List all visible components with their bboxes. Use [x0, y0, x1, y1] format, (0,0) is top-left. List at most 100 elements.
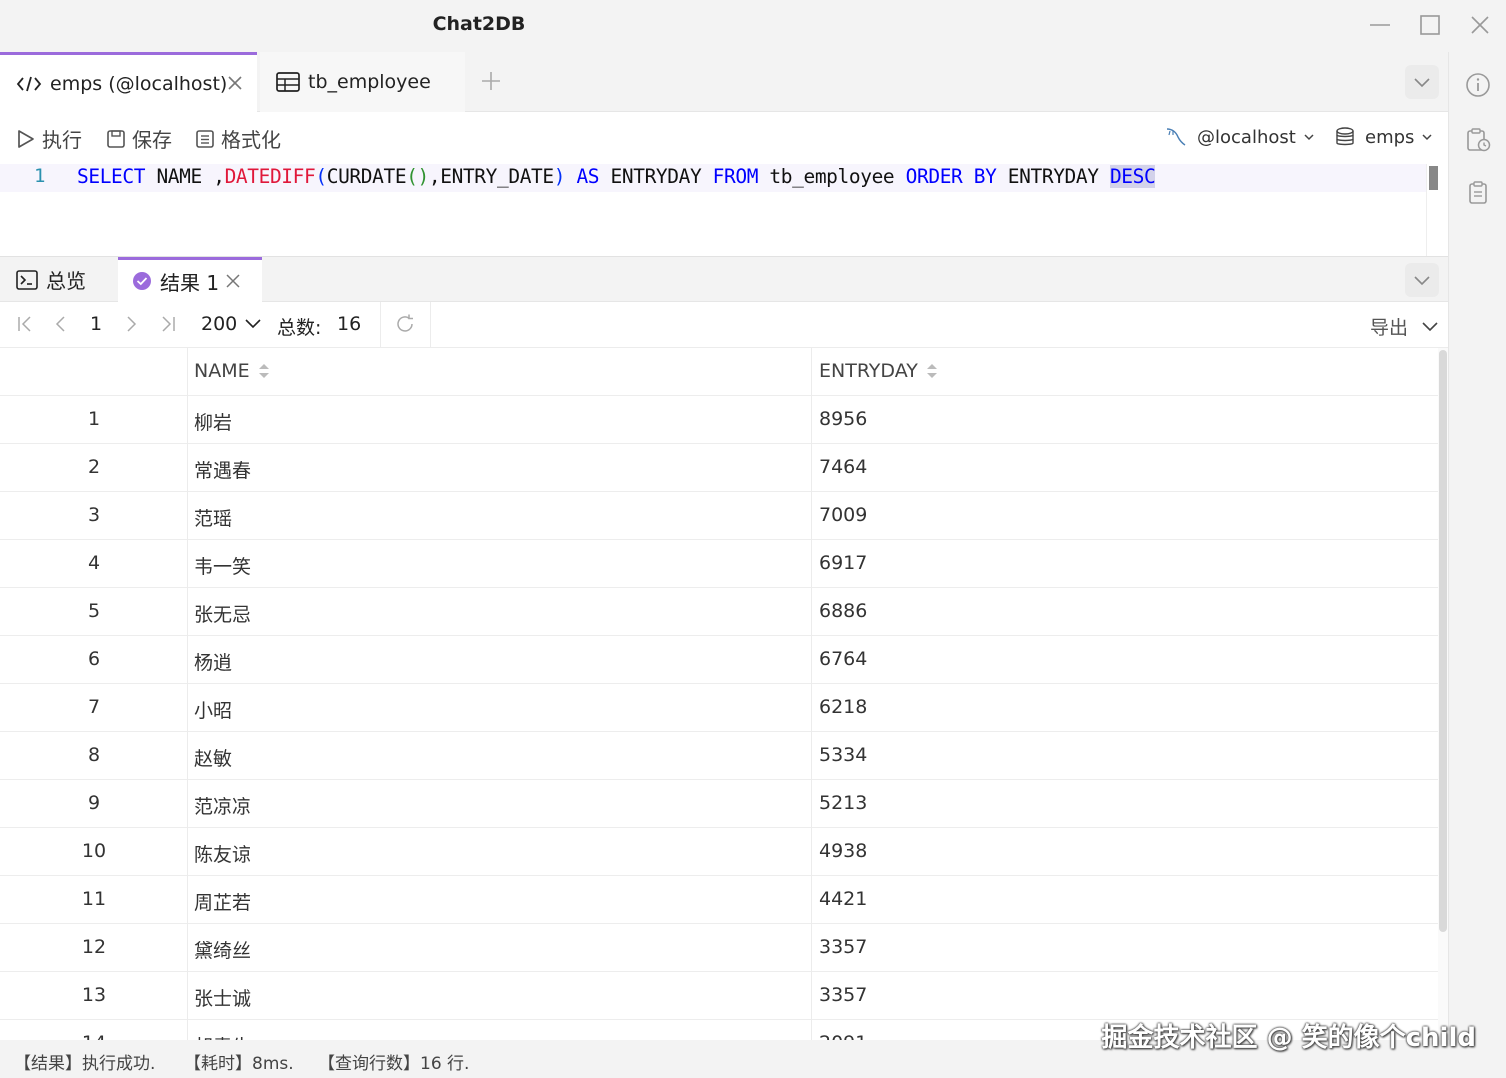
tab-label: tb_employee: [308, 71, 431, 93]
cell-name[interactable]: 常遇春: [194, 456, 251, 483]
row-index: 7: [87, 696, 101, 718]
cell-name[interactable]: 张士诚: [194, 984, 251, 1011]
cell-name[interactable]: 黛绮丝: [194, 936, 251, 963]
format-button[interactable]: 格式化: [195, 124, 281, 153]
row-index: 4: [87, 552, 101, 574]
table-scrollbar[interactable]: [1438, 348, 1448, 1040]
chevron-down-icon: [1304, 134, 1314, 141]
run-button[interactable]: 执行: [16, 124, 82, 153]
table-row[interactable]: 12 黛绮丝 3357: [0, 924, 1440, 972]
cell-entryday[interactable]: 8956: [819, 408, 867, 430]
export-button[interactable]: 导出: [1370, 313, 1440, 340]
cell-name[interactable]: 柳岩: [194, 408, 232, 435]
pagination-bar: 1 200 总数: 16 导出: [0, 302, 1448, 348]
info-icon[interactable]: [1465, 72, 1491, 98]
cell-name[interactable]: 杨逍: [194, 648, 232, 675]
table-row[interactable]: 4 韦一笑 6917: [0, 540, 1440, 588]
table-row[interactable]: 3 范瑶 7009: [0, 492, 1440, 540]
cell-name[interactable]: 范凉凉: [194, 792, 251, 819]
title-bar: Chat2DB: [0, 0, 1506, 52]
total-label: 总数:: [277, 317, 322, 339]
table-row[interactable]: 8 赵敏 5334: [0, 732, 1440, 780]
chevron-down-icon: [1422, 134, 1432, 141]
cell-name[interactable]: 张无忌: [194, 600, 251, 627]
cell-name[interactable]: 周芷若: [194, 888, 251, 915]
cell-name[interactable]: 韦一笑: [194, 552, 251, 579]
cell-entryday[interactable]: 3357: [819, 984, 867, 1006]
cell-name[interactable]: 赵敏: [194, 744, 232, 771]
cell-name[interactable]: 小昭: [194, 696, 232, 723]
sql-editor[interactable]: 1 SELECT NAME ,DATEDIFF(CURDATE(),ENTRY_…: [0, 164, 1440, 256]
code-line[interactable]: 1 SELECT NAME ,DATEDIFF(CURDATE(),ENTRY_…: [0, 164, 1426, 192]
refresh-icon[interactable]: [394, 313, 416, 335]
watermark: 掘金技术社区 @ 笑的像个child: [1101, 1023, 1476, 1053]
tab-tb-employee[interactable]: tb_employee: [260, 52, 465, 112]
chevron-down-icon: [245, 319, 261, 329]
clipboard-icon[interactable]: [1465, 180, 1491, 206]
page-size-select[interactable]: 200: [201, 313, 263, 335]
tabs-dropdown-button[interactable]: [1405, 65, 1439, 99]
cell-name[interactable]: 范瑶: [194, 504, 232, 531]
table-row[interactable]: 11 周芷若 4421: [0, 876, 1440, 924]
connection-select[interactable]: @localhost: [1165, 126, 1316, 148]
save-icon: [107, 129, 125, 148]
total-count: 16: [337, 313, 362, 335]
prev-page-icon[interactable]: [50, 313, 72, 335]
tab-console-emps[interactable]: emps (@localhost): [0, 52, 257, 112]
current-page: 1: [90, 313, 103, 335]
tab-label: emps (@localhost): [50, 72, 228, 95]
cell-name[interactable]: 胡青牛: [194, 1032, 251, 1040]
scrollbar-thumb[interactable]: [1439, 350, 1447, 932]
column-header-entryday[interactable]: ENTRYDAY: [819, 360, 938, 382]
chevron-down-icon: [1414, 276, 1430, 286]
row-index: 10: [81, 840, 107, 862]
table-header-row: NAME ENTRYDAY: [0, 348, 1440, 396]
minimize-icon[interactable]: [1365, 10, 1395, 40]
row-index: 14: [0, 1032, 188, 1040]
table-row[interactable]: 7 小昭 6218: [0, 684, 1440, 732]
sql-code[interactable]: SELECT NAME ,DATEDIFF(CURDATE(),ENTRY_DA…: [77, 165, 1156, 188]
cell-entryday[interactable]: 7464: [819, 456, 867, 478]
next-page-icon[interactable]: [120, 313, 142, 335]
editor-scrollbar[interactable]: [1426, 164, 1440, 256]
tab-overview[interactable]: 总览: [16, 257, 86, 302]
last-page-icon[interactable]: [157, 313, 179, 335]
cell-entryday[interactable]: 4938: [819, 840, 867, 862]
cell-name[interactable]: 陈友谅: [194, 840, 251, 867]
close-tab-icon[interactable]: [225, 73, 245, 93]
table-row[interactable]: 2 常遇春 7464: [0, 444, 1440, 492]
first-page-icon[interactable]: [14, 313, 36, 335]
cell-entryday[interactable]: 3357: [819, 936, 867, 958]
column-header-name[interactable]: NAME: [194, 360, 270, 382]
table-row[interactable]: 6 杨逍 6764: [0, 636, 1440, 684]
cell-entryday[interactable]: 5213: [819, 792, 867, 814]
database-select[interactable]: emps: [1335, 126, 1434, 148]
history-clipboard-icon[interactable]: [1465, 127, 1491, 153]
cell-entryday[interactable]: 7009: [819, 504, 867, 526]
cell-entryday[interactable]: 6917: [819, 552, 867, 574]
table-row[interactable]: 10 陈友谅 4938: [0, 828, 1440, 876]
cell-entryday[interactable]: 2091: [819, 1032, 867, 1040]
save-button[interactable]: 保存: [106, 124, 172, 153]
format-icon: [196, 129, 214, 148]
add-tab-icon[interactable]: [478, 68, 504, 94]
table-row[interactable]: 13 张士诚 3357: [0, 972, 1440, 1020]
cell-entryday[interactable]: 6218: [819, 696, 867, 718]
sort-icon[interactable]: [258, 361, 270, 381]
table-row[interactable]: 9 范凉凉 5213: [0, 780, 1440, 828]
maximize-icon[interactable]: [1415, 10, 1445, 40]
sort-icon[interactable]: [926, 361, 938, 381]
database-icon: [1336, 127, 1354, 146]
row-index: 12: [81, 936, 107, 958]
cell-entryday[interactable]: 5334: [819, 744, 867, 766]
status-elapsed: 【耗时】8ms.: [184, 1054, 294, 1074]
tab-result-1[interactable]: 结果 1: [118, 257, 262, 302]
cell-entryday[interactable]: 6886: [819, 600, 867, 622]
table-row[interactable]: 5 张无忌 6886: [0, 588, 1440, 636]
table-row[interactable]: 1 柳岩 8956: [0, 396, 1440, 444]
result-tabs-dropdown-button[interactable]: [1405, 263, 1439, 297]
cell-entryday[interactable]: 6764: [819, 648, 867, 670]
cell-entryday[interactable]: 4421: [819, 888, 867, 910]
close-window-icon[interactable]: [1465, 10, 1495, 40]
close-tab-icon[interactable]: [224, 272, 242, 290]
